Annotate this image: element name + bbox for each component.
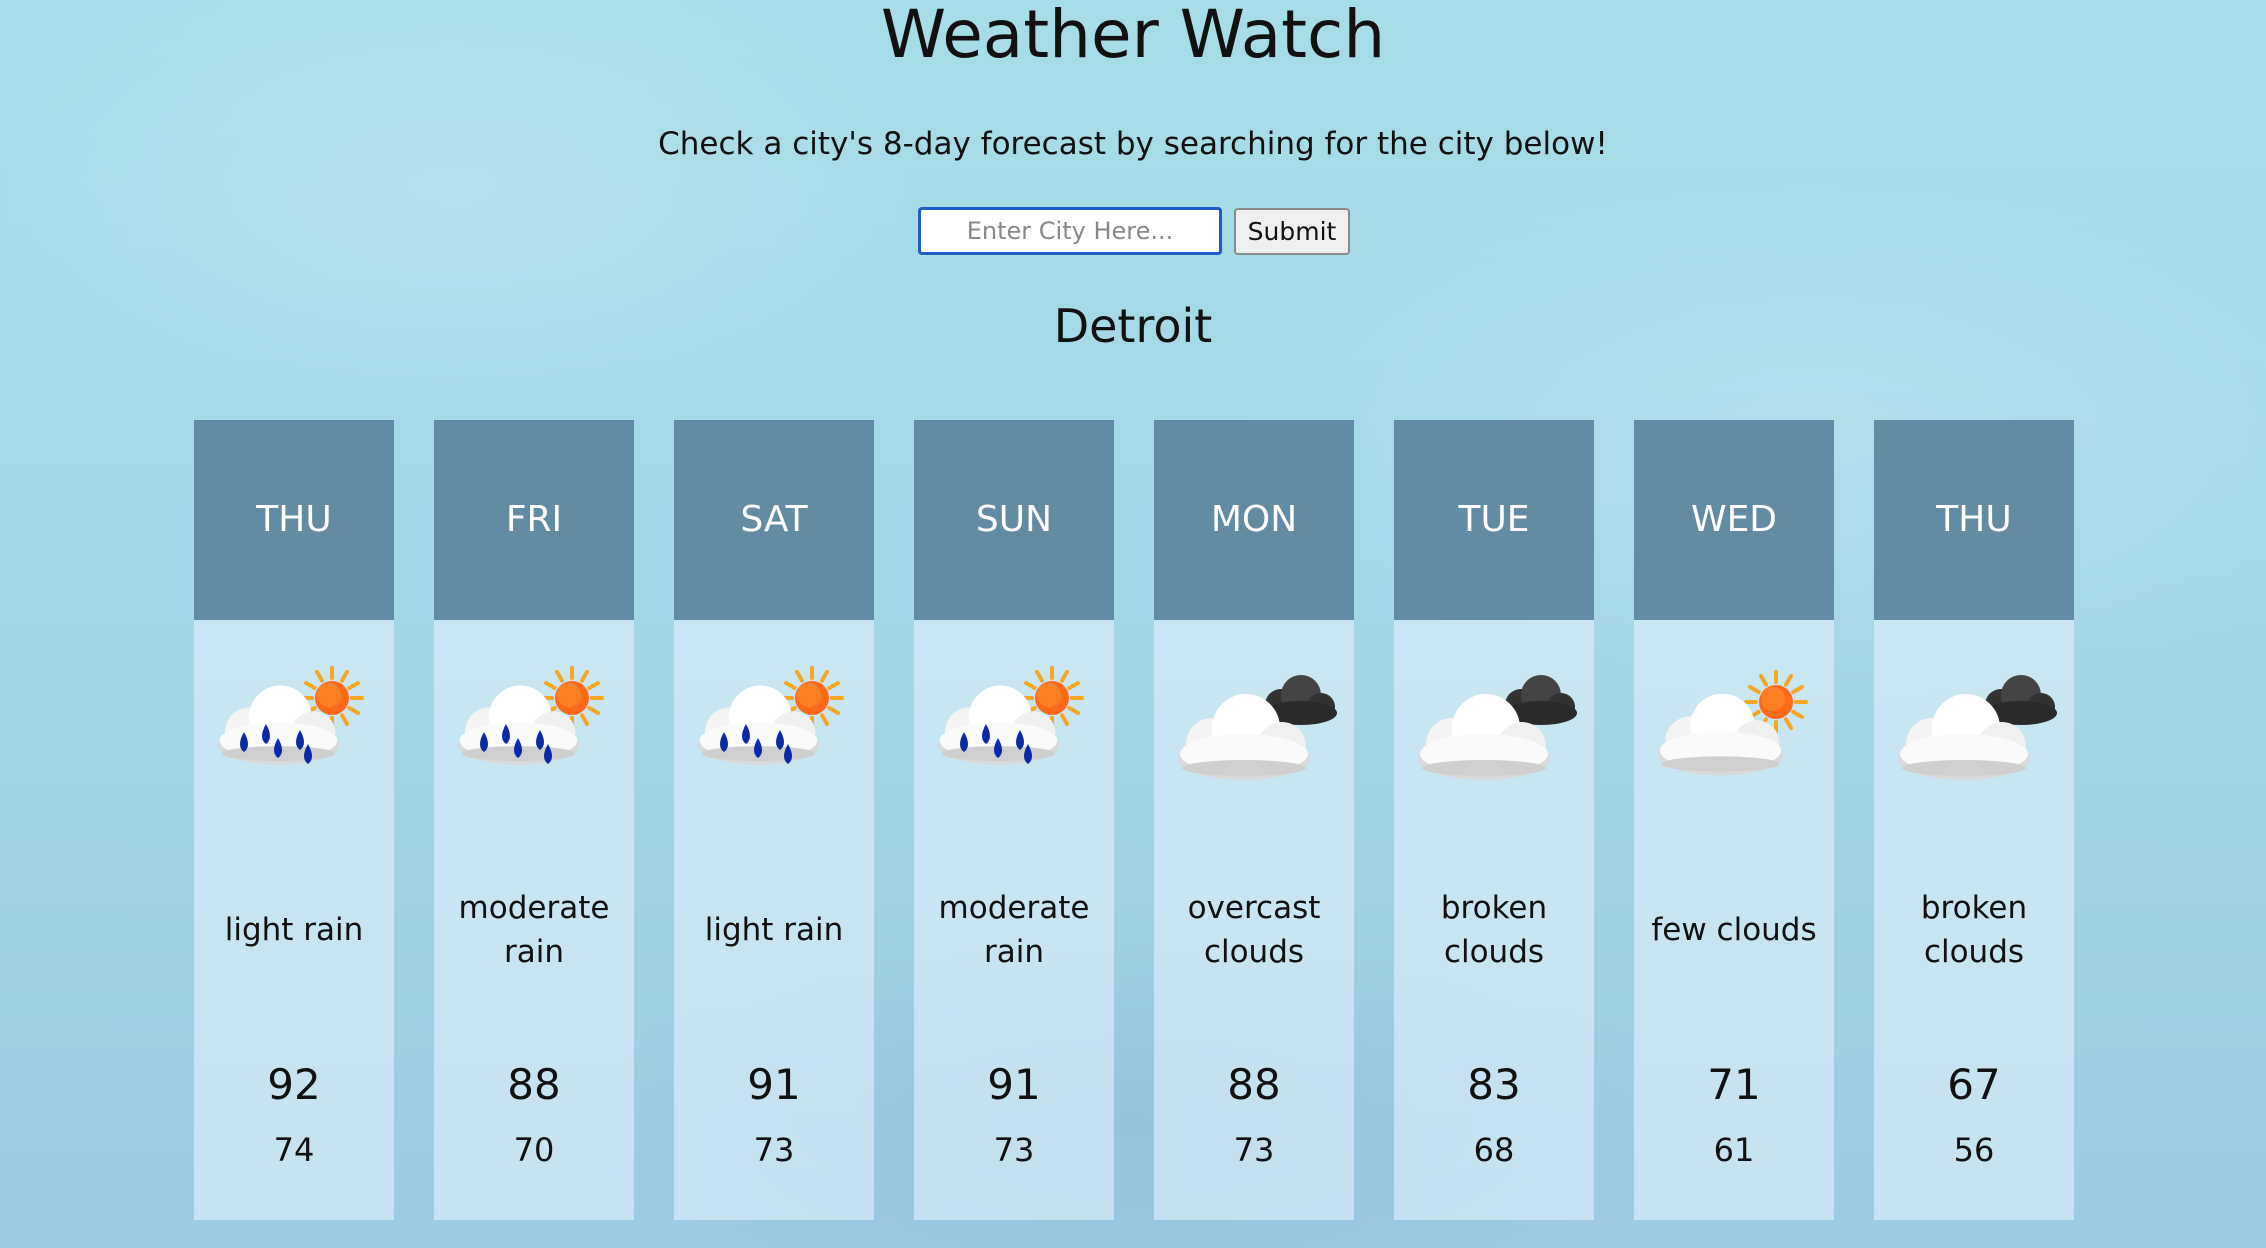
forecast-high-temp: 91 bbox=[987, 1060, 1041, 1109]
forecast-low-temp: 56 bbox=[1953, 1131, 1995, 1169]
forecast-low-temp: 73 bbox=[753, 1131, 795, 1169]
forecast-day: THU bbox=[1874, 420, 2074, 620]
forecast-description: light rain bbox=[224, 912, 364, 948]
forecast-high-temp: 88 bbox=[1227, 1060, 1281, 1109]
page-title: Weather Watch bbox=[880, 0, 1386, 73]
forecast-description: broken clouds bbox=[1440, 890, 1548, 970]
forecast-day: SAT bbox=[674, 420, 874, 620]
broken-clouds-icon bbox=[1898, 675, 2057, 780]
forecast-card: SAT light rain 91 73 bbox=[674, 420, 874, 1220]
forecast-high-temp: 88 bbox=[507, 1060, 561, 1109]
forecast-description: broken clouds bbox=[1920, 890, 2028, 970]
forecast-low-temp: 73 bbox=[1233, 1131, 1275, 1169]
forecast-low-temp: 74 bbox=[273, 1131, 315, 1169]
forecast-day: THU bbox=[194, 420, 394, 620]
overcast-clouds-icon bbox=[1178, 675, 1337, 780]
forecast-day: SUN bbox=[914, 420, 1114, 620]
rain-sun-icon bbox=[937, 666, 1084, 765]
forecast-list: THU light rain 92 74 FRI moderate rain 8… bbox=[194, 420, 2074, 1220]
forecast-day: WED bbox=[1634, 420, 1834, 620]
forecast-description: moderate rain bbox=[938, 890, 1090, 970]
forecast-description: light rain bbox=[704, 912, 844, 948]
page: Weather Watch Check a city's 8-day forec… bbox=[0, 0, 2266, 1248]
forecast-low-temp: 70 bbox=[513, 1131, 555, 1169]
city-name: Detroit bbox=[1053, 299, 1213, 353]
rain-sun-icon bbox=[217, 666, 364, 765]
forecast-low-temp: 73 bbox=[993, 1131, 1035, 1169]
rain-sun-icon bbox=[697, 666, 844, 765]
submit-button[interactable]: Submit bbox=[1234, 208, 1350, 255]
few-clouds-icon bbox=[1657, 670, 1808, 776]
forecast-low-temp: 68 bbox=[1473, 1131, 1515, 1169]
search-form: Submit bbox=[0, 207, 2266, 257]
forecast-high-temp: 92 bbox=[267, 1060, 321, 1109]
forecast-low-temp: 61 bbox=[1713, 1131, 1755, 1169]
forecast-high-temp: 83 bbox=[1467, 1060, 1521, 1109]
page-subtitle: Check a city's 8-day forecast by searchi… bbox=[658, 126, 1608, 162]
rain-sun-icon bbox=[457, 666, 604, 765]
forecast-card: THU light rain 92 74 bbox=[194, 420, 394, 1220]
forecast-day: MON bbox=[1154, 420, 1354, 620]
broken-clouds-icon bbox=[1418, 675, 1577, 780]
forecast-day: TUE bbox=[1394, 420, 1594, 620]
forecast-card: WED few clouds 71 61 bbox=[1634, 420, 1834, 1220]
forecast-high-temp: 91 bbox=[747, 1060, 801, 1109]
forecast-card: TUE broken clouds 83 68 bbox=[1394, 420, 1594, 1220]
forecast-day: FRI bbox=[434, 420, 634, 620]
forecast-high-temp: 71 bbox=[1707, 1060, 1761, 1109]
forecast-description: few clouds bbox=[1651, 912, 1817, 948]
forecast-card: MON overcast clouds 88 73 bbox=[1154, 420, 1354, 1220]
forecast-card: SUN moderate rain 91 73 bbox=[914, 420, 1114, 1220]
forecast-card: THU broken clouds 67 56 bbox=[1874, 420, 2074, 1220]
forecast-description: moderate rain bbox=[458, 890, 610, 970]
forecast-description: overcast clouds bbox=[1187, 890, 1321, 970]
city-search-input[interactable] bbox=[918, 207, 1222, 255]
forecast-high-temp: 67 bbox=[1947, 1060, 2001, 1109]
forecast-card: FRI moderate rain 88 70 bbox=[434, 420, 634, 1220]
